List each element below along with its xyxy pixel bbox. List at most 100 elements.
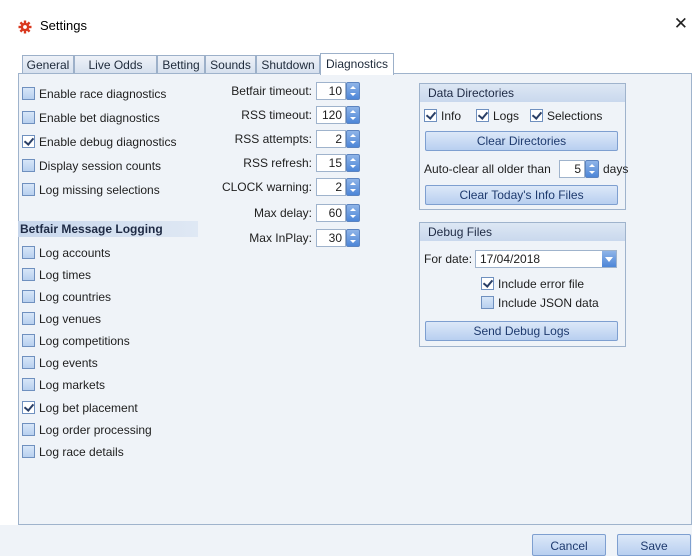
auto-clear-days-input[interactable]: 5 [559, 160, 585, 178]
spinner-icon[interactable] [346, 130, 360, 148]
checkbox-box[interactable] [424, 109, 437, 122]
checkbox-log-events[interactable]: Log events [22, 355, 98, 371]
checkbox-box[interactable] [22, 401, 35, 414]
spinner-icon[interactable] [346, 204, 360, 222]
checkbox-log-countries[interactable]: Log countries [22, 289, 111, 305]
checkbox-include-error-file[interactable]: Include error file [481, 276, 584, 292]
tab-general[interactable]: General [22, 55, 74, 73]
checkbox-box[interactable] [22, 356, 35, 369]
checkbox-label: Include error file [498, 277, 585, 291]
checkbox-display-session-counts[interactable]: Display session counts [22, 158, 161, 174]
checkbox-label: Log events [39, 356, 98, 370]
date-picker[interactable]: 17/04/2018 [475, 250, 617, 268]
setting-max-inplay: Max InPlay: 30 [200, 229, 360, 249]
clock-warning-input[interactable]: 2 [316, 178, 346, 196]
setting-label: RSS attempts: [234, 132, 312, 146]
spinner-icon[interactable] [346, 82, 360, 100]
setting-betfair-timeout: Betfair timeout: 10 [200, 82, 360, 102]
tab-sounds[interactable]: Sounds [205, 55, 256, 73]
checkbox-enable-race-diagnostics[interactable]: Enable race diagnostics [22, 86, 166, 102]
close-icon[interactable]: ✕ [674, 14, 688, 34]
chevron-down-icon[interactable] [602, 251, 616, 267]
max-delay-input[interactable]: 60 [316, 204, 346, 222]
checkbox-label: Log markets [39, 378, 106, 392]
max-inplay-input[interactable]: 30 [316, 229, 346, 247]
checkbox-box[interactable] [22, 445, 35, 458]
settings-window: Settings ✕ General Live Odds Betting Sou… [0, 0, 692, 556]
checkbox-box[interactable] [22, 246, 35, 259]
data-directories-title: Data Directories [420, 84, 625, 102]
checkbox-label: Log venues [39, 312, 102, 326]
setting-label: CLOCK warning: [221, 180, 312, 194]
spinner-icon[interactable] [346, 154, 360, 172]
setting-label: Betfair timeout: [231, 84, 312, 98]
tab-shutdown[interactable]: Shutdown [256, 55, 320, 73]
checkbox-label: Info [441, 109, 462, 123]
checkbox-enable-debug-diagnostics[interactable]: Enable debug diagnostics [22, 134, 176, 150]
checkbox-include-json-data[interactable]: Include JSON data [481, 295, 599, 311]
setting-rss-refresh: RSS refresh: 15 [200, 154, 360, 174]
checkbox-box[interactable] [481, 277, 494, 290]
spinner-icon[interactable] [346, 178, 360, 196]
checkbox-log-race-details[interactable]: Log race details [22, 444, 124, 460]
checkbox-box[interactable] [22, 423, 35, 436]
checkbox-label: Log bet placement [39, 401, 138, 415]
checkbox-box[interactable] [22, 334, 35, 347]
spinner-icon[interactable] [346, 229, 360, 247]
rss-refresh-input[interactable]: 15 [316, 154, 346, 172]
section-heading-message-logging: Betfair Message Logging [18, 221, 198, 237]
auto-clear-label: Auto-clear all older than [424, 162, 551, 176]
checkbox-label: Logs [493, 109, 520, 123]
save-button[interactable]: Save [617, 534, 691, 556]
checkbox-log-missing-selections[interactable]: Log missing selections [22, 182, 160, 198]
spinner-icon[interactable] [346, 106, 360, 124]
checkbox-label: Log accounts [39, 246, 111, 260]
setting-label: Max delay: [253, 206, 312, 220]
checkbox-selections[interactable]: Selections [530, 108, 602, 124]
setting-label: RSS timeout: [241, 108, 312, 122]
checkbox-label: Enable debug diagnostics [39, 135, 177, 149]
gear-icon [18, 20, 32, 34]
send-debug-logs-button[interactable]: Send Debug Logs [425, 321, 618, 341]
checkbox-info[interactable]: Info [424, 108, 461, 124]
setting-rss-attempts: RSS attempts: 2 [200, 130, 360, 150]
clear-todays-info-files-button[interactable]: Clear Today's Info Files [425, 185, 618, 205]
checkbox-enable-bet-diagnostics[interactable]: Enable bet diagnostics [22, 110, 160, 126]
spinner-icon[interactable] [585, 160, 599, 178]
checkbox-box[interactable] [22, 290, 35, 303]
checkbox-box[interactable] [22, 135, 35, 148]
tab-live-odds[interactable]: Live Odds [74, 55, 157, 73]
setting-max-delay: Max delay: 60 [200, 204, 360, 224]
checkbox-box[interactable] [22, 183, 35, 196]
checkbox-label: Log countries [39, 290, 112, 304]
checkbox-box[interactable] [530, 109, 543, 122]
checkbox-log-accounts[interactable]: Log accounts [22, 245, 110, 261]
checkbox-box[interactable] [22, 159, 35, 172]
checkbox-box[interactable] [22, 87, 35, 100]
checkbox-box[interactable] [481, 296, 494, 309]
clear-directories-button[interactable]: Clear Directories [425, 131, 618, 151]
rss-timeout-input[interactable]: 120 [316, 106, 346, 124]
rss-attempts-input[interactable]: 2 [316, 130, 346, 148]
cancel-button[interactable]: Cancel [532, 534, 606, 556]
checkbox-label: Log competitions [39, 334, 130, 348]
tab-betting[interactable]: Betting [157, 55, 205, 73]
debug-files-title: Debug Files [420, 223, 625, 241]
checkbox-log-venues[interactable]: Log venues [22, 311, 101, 327]
checkbox-log-order-processing[interactable]: Log order processing [22, 422, 152, 438]
checkbox-logs[interactable]: Logs [476, 108, 519, 124]
checkbox-log-markets[interactable]: Log markets [22, 377, 105, 393]
checkbox-box[interactable] [22, 378, 35, 391]
checkbox-box[interactable] [22, 111, 35, 124]
betfair-timeout-input[interactable]: 10 [316, 82, 346, 100]
checkbox-log-times[interactable]: Log times [22, 267, 91, 283]
checkbox-box[interactable] [22, 268, 35, 281]
setting-label: RSS refresh: [243, 156, 312, 170]
checkbox-box[interactable] [476, 109, 489, 122]
setting-label: Max InPlay: [249, 231, 312, 245]
tab-diagnostics[interactable]: Diagnostics [320, 53, 394, 75]
checkbox-log-competitions[interactable]: Log competitions [22, 333, 130, 349]
checkbox-log-bet-placement[interactable]: Log bet placement [22, 400, 138, 416]
checkbox-label: Log times [39, 268, 92, 282]
checkbox-box[interactable] [22, 312, 35, 325]
